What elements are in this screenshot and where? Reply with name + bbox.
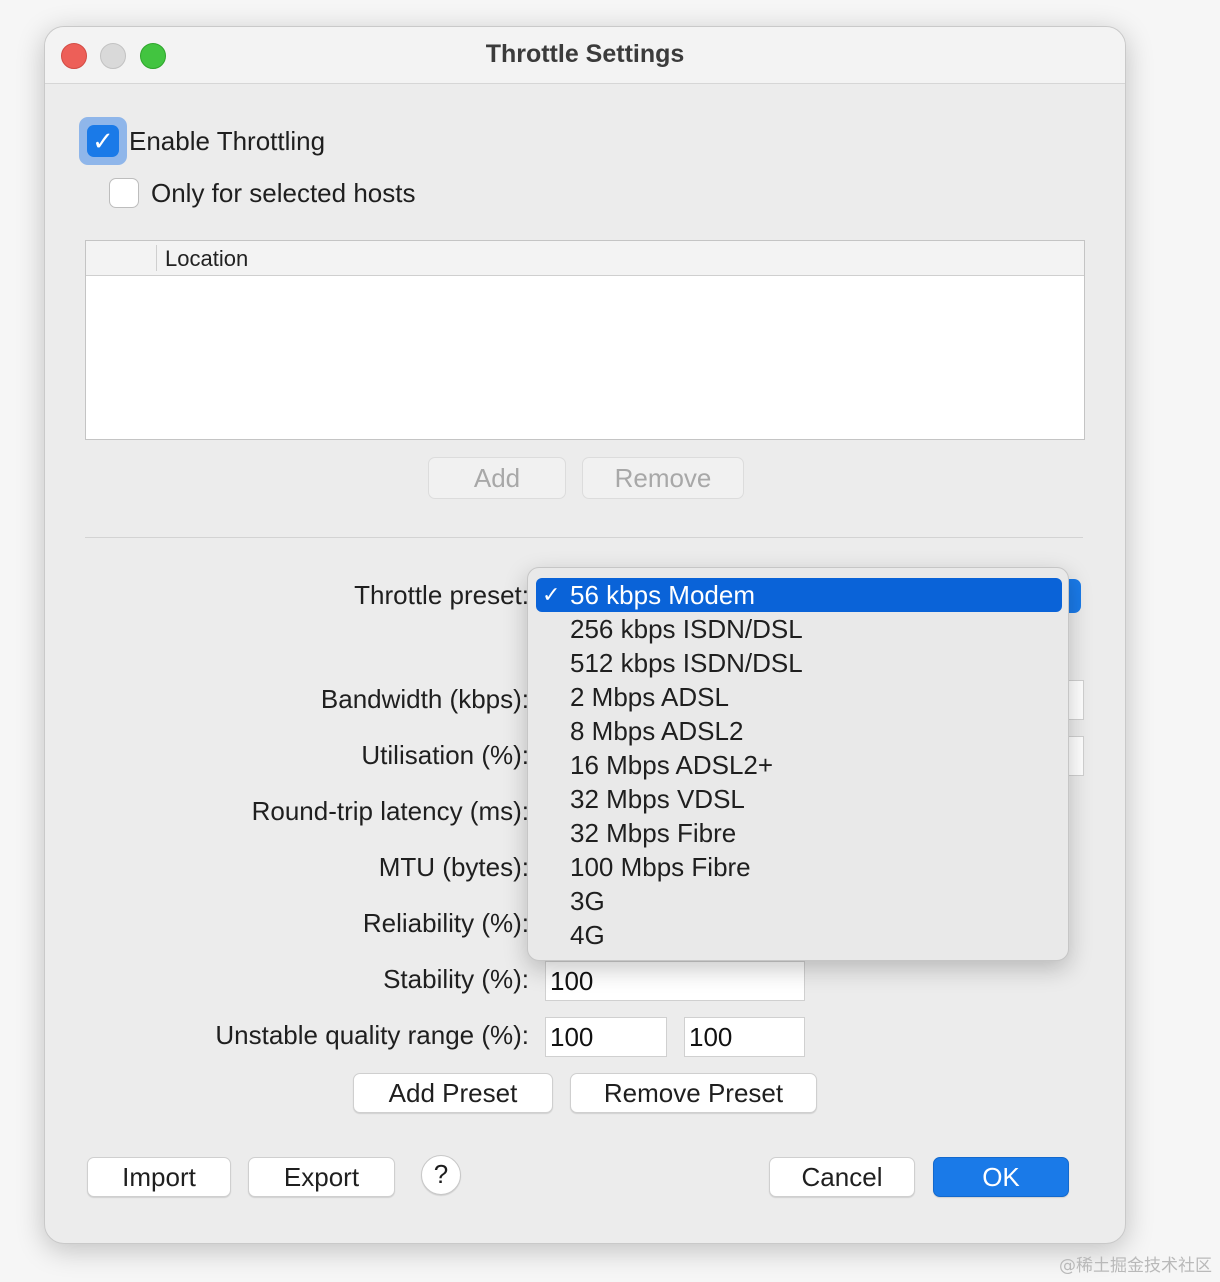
enable-throttling-label[interactable]: Enable Throttling	[129, 126, 325, 157]
selected-hosts-label[interactable]: Only for selected hosts	[151, 178, 415, 209]
preset-option[interactable]: 2 Mbps ADSL	[536, 680, 1062, 714]
stability-label: Stability (%):	[383, 964, 529, 994]
selected-hosts-checkbox[interactable]	[109, 178, 139, 208]
utilisation-input[interactable]	[1067, 736, 1084, 776]
remove-preset-button[interactable]: Remove Preset	[570, 1073, 817, 1113]
unstable-range-max-input[interactable]: 100	[684, 1017, 805, 1057]
throttle-settings-dialog: Throttle Settings ✓ Enable Throttling On…	[44, 26, 1126, 1244]
checkmark-icon: ✓	[542, 582, 561, 607]
preset-option[interactable]: 4G	[536, 918, 1062, 952]
mtu-label: MTU (bytes):	[378, 852, 529, 882]
throttle-preset-dropdown[interactable]: ✓ 56 kbps Modem 256 kbps ISDN/DSL 512 kb…	[527, 567, 1069, 961]
preset-option[interactable]: 16 Mbps ADSL2+	[536, 748, 1062, 782]
export-button[interactable]: Export	[248, 1157, 395, 1197]
utilisation-label: Utilisation (%):	[361, 740, 529, 770]
title-bar: Throttle Settings	[45, 27, 1125, 84]
remove-host-button[interactable]: Remove	[582, 457, 744, 499]
window-title: Throttle Settings	[485, 40, 685, 68]
location-column-header[interactable]: Location	[165, 246, 248, 272]
cancel-button[interactable]: Cancel	[769, 1157, 915, 1197]
help-button[interactable]: ?	[421, 1155, 461, 1195]
enable-throttling-checkbox[interactable]: ✓	[87, 125, 119, 157]
preset-option[interactable]: 100 Mbps Fibre	[536, 850, 1062, 884]
throttle-preset-label: Throttle preset:	[354, 580, 529, 610]
reliability-label: Reliability (%):	[362, 908, 529, 938]
preset-option[interactable]: 32 Mbps VDSL	[536, 782, 1062, 816]
question-mark-icon: ?	[433, 1159, 449, 1189]
ok-button[interactable]: OK	[933, 1157, 1069, 1197]
hosts-table[interactable]: Location	[85, 240, 1085, 440]
preset-option-selected[interactable]: ✓ 56 kbps Modem	[536, 578, 1062, 612]
bandwidth-label: Bandwidth (kbps):	[320, 684, 529, 714]
table-header: Location	[86, 241, 1084, 276]
preset-option[interactable]: 8 Mbps ADSL2	[536, 714, 1062, 748]
import-button[interactable]: Import	[87, 1157, 231, 1197]
section-divider	[85, 537, 1083, 538]
latency-label: Round-trip latency (ms):	[251, 796, 529, 826]
column-divider	[156, 245, 157, 271]
unstable-range-min-input[interactable]: 100	[545, 1017, 667, 1057]
preset-option[interactable]: 512 kbps ISDN/DSL	[536, 646, 1062, 680]
add-preset-button[interactable]: Add Preset	[353, 1073, 553, 1113]
watermark: @稀土掘金技术社区	[1059, 1256, 1212, 1276]
checkmark-icon: ✓	[92, 126, 114, 156]
unstable-range-label: Unstable quality range (%):	[215, 1020, 529, 1050]
add-host-button[interactable]: Add	[428, 457, 566, 499]
bandwidth-input[interactable]	[1067, 680, 1084, 720]
preset-option[interactable]: 32 Mbps Fibre	[536, 816, 1062, 850]
preset-option[interactable]: 256 kbps ISDN/DSL	[536, 612, 1062, 646]
preset-option[interactable]: 3G	[536, 884, 1062, 918]
stability-input[interactable]: 100	[545, 961, 805, 1001]
